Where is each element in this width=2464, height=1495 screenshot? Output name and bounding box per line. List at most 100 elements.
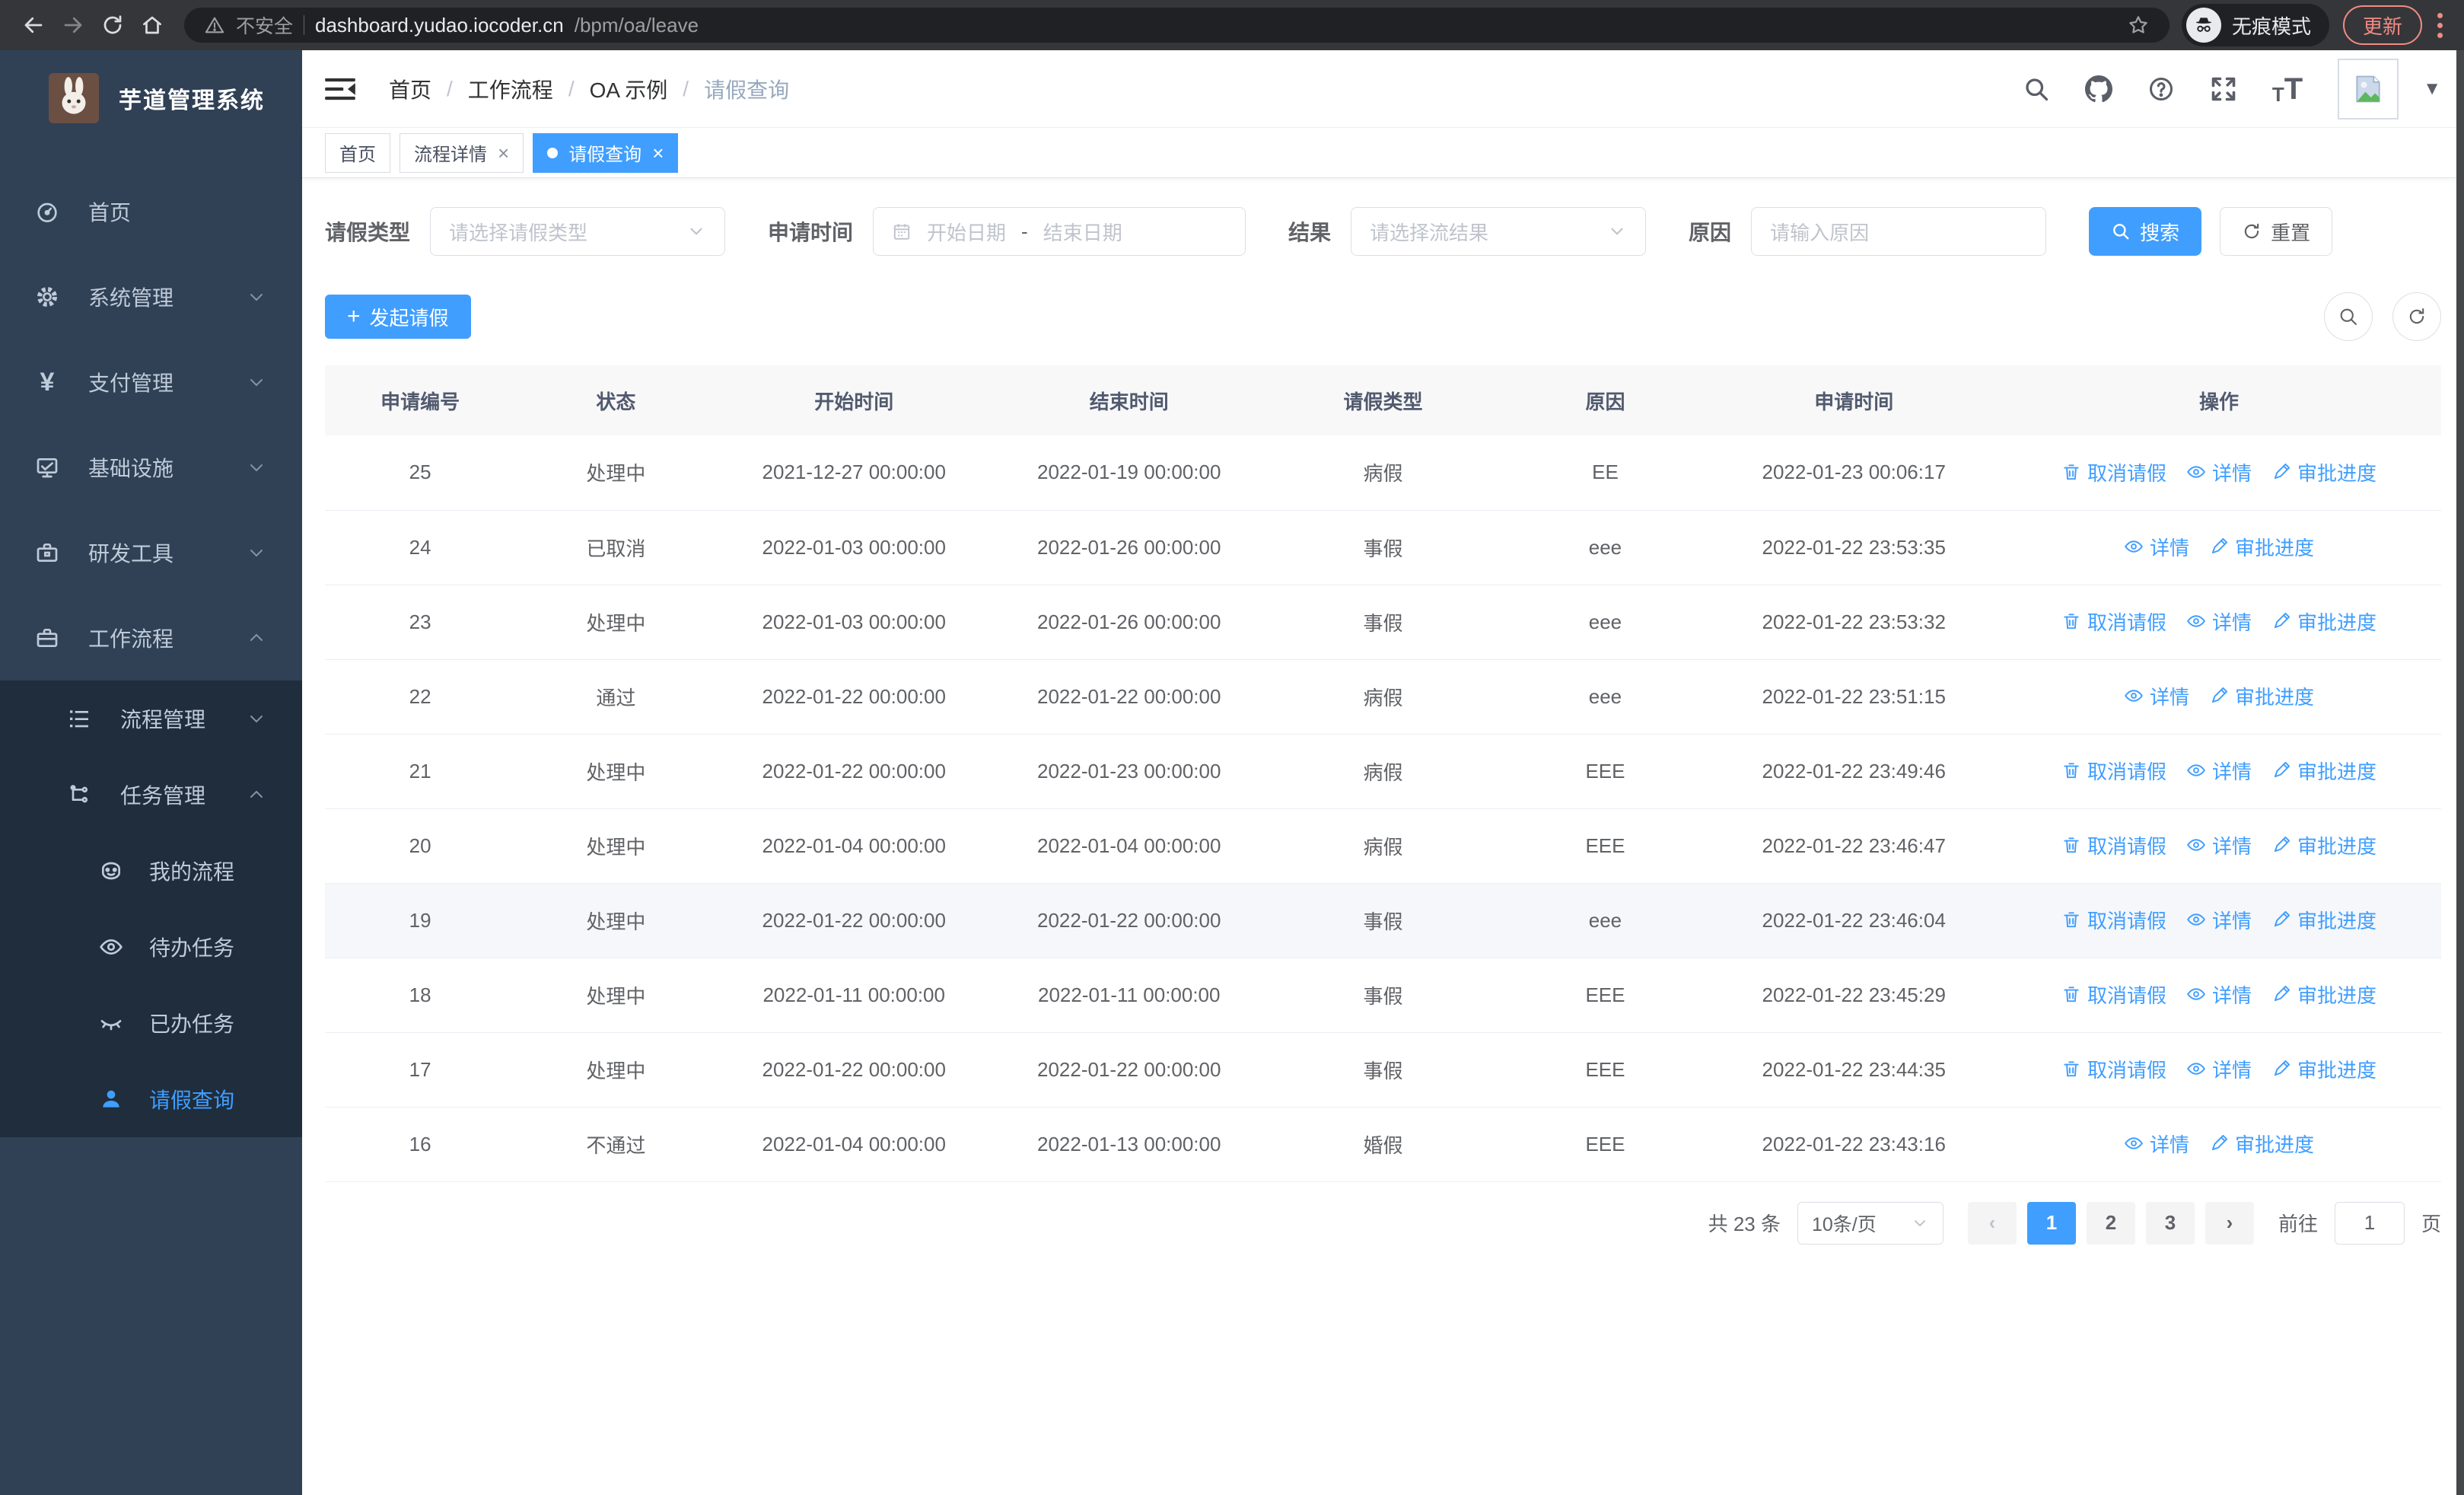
next-page-button[interactable]: › (2205, 1201, 2254, 1245)
reset-button[interactable]: 重置 (2220, 207, 2333, 256)
forward-icon[interactable] (53, 5, 93, 45)
bookmark-star-icon[interactable] (2127, 14, 2150, 37)
action-progress-link[interactable]: 审批进度 (2271, 1055, 2376, 1083)
table-row[interactable]: 18 处理中 2022-01-11 00:00:00 2022-01-11 00:00… (325, 958, 2441, 1033)
sidebar-item-label: 待办任务 (149, 936, 235, 960)
help-icon[interactable] (2147, 75, 2175, 103)
cell-end: 2022-01-26 00:00:00 (991, 585, 1267, 660)
sidebar-item-my-process[interactable]: 我的流程 (0, 833, 302, 909)
browser-menu-icon[interactable] (2430, 12, 2450, 38)
action-cancel-link[interactable]: 取消请假 (2061, 607, 2166, 636)
table-row[interactable]: 23 处理中 2022-01-03 00:00:00 2022-01-26 00:00… (325, 585, 2441, 660)
action-progress-link[interactable]: 审批进度 (2271, 831, 2376, 859)
action-progress-link[interactable]: 审批进度 (2271, 607, 2376, 636)
back-icon[interactable] (14, 5, 53, 45)
sidebar-item-label: 首页 (88, 201, 132, 225)
breadcrumb-workflow[interactable]: 工作流程 (468, 74, 553, 104)
page-button-3[interactable]: 3 (2145, 1201, 2195, 1245)
action-detail-link[interactable]: 详情 (2124, 1130, 2189, 1158)
table-row[interactable]: 17 处理中 2022-01-22 00:00:00 2022-01-22 00:00… (325, 1032, 2441, 1108)
reload-icon[interactable] (93, 5, 132, 45)
reason-input[interactable]: 请输入原因 (1751, 207, 2047, 256)
show-search-button[interactable] (2324, 292, 2373, 341)
action-cancel-link[interactable]: 取消请假 (2061, 831, 2166, 859)
sidebar-item-todo-tasks[interactable]: 待办任务 (0, 909, 302, 985)
sidebar-item-system[interactable]: 系统管理 (0, 254, 302, 339)
table-row[interactable]: 20 处理中 2022-01-04 00:00:00 2022-01-04 00:00… (325, 808, 2441, 884)
action-progress-link[interactable]: 审批进度 (2271, 757, 2376, 785)
table-row[interactable]: 16 不通过 2022-01-04 00:00:00 2022-01-13 00:00… (325, 1107, 2441, 1182)
sidebar-item-home[interactable]: 首页 (0, 169, 302, 254)
tab-home[interactable]: 首页 (325, 132, 390, 173)
close-icon[interactable]: × (498, 143, 509, 163)
action-detail-link[interactable]: 详情 (2124, 682, 2189, 710)
sidebar-item-task-mgmt[interactable]: 任务管理 (0, 757, 302, 833)
window-scrollbar[interactable] (2456, 50, 2464, 1495)
action-detail-link[interactable]: 详情 (2186, 757, 2252, 785)
user-icon (97, 1087, 125, 1111)
browser-update-button[interactable]: 更新 (2342, 5, 2422, 45)
sidebar-item-done-tasks[interactable]: 已办任务 (0, 985, 302, 1061)
table-row[interactable]: 25 处理中 2021-12-27 00:00:00 2022-01-19 00:00… (325, 435, 2441, 511)
table-row[interactable]: 19 处理中 2022-01-22 00:00:00 2022-01-22 00:00… (325, 883, 2441, 958)
sidebar-item-devtools[interactable]: 研发工具 (0, 510, 302, 595)
search-button[interactable]: 搜索 (2089, 207, 2202, 256)
action-detail-link[interactable]: 详情 (2186, 906, 2252, 934)
cell-apply-time: 2022-01-23 00:06:17 (1711, 435, 1997, 511)
refresh-table-button[interactable] (2392, 292, 2441, 341)
action-progress-link[interactable]: 审批进度 (2209, 682, 2314, 710)
home-icon[interactable] (132, 5, 172, 45)
font-size-icon[interactable]: TT (2272, 74, 2303, 104)
sidebar-item-leave-query[interactable]: 请假查询 (0, 1061, 302, 1137)
sidebar-item-workflow[interactable]: 工作流程 (0, 595, 302, 681)
prev-page-button[interactable]: ‹ (1967, 1201, 2017, 1245)
action-cancel-link[interactable]: 取消请假 (2061, 757, 2166, 785)
page-size-select[interactable]: 10条/页 (1797, 1201, 1944, 1245)
action-cancel-link[interactable]: 取消请假 (2061, 1055, 2166, 1083)
breadcrumb-home[interactable]: 首页 (389, 74, 431, 104)
address-bar[interactable]: 不安全 dashboard.yudao.iocoder.cn/bpm/oa/le… (184, 8, 2170, 43)
action-detail-link[interactable]: 详情 (2186, 458, 2252, 486)
sidebar-item-payment[interactable]: ¥ 支付管理 (0, 339, 302, 425)
trash-icon (2064, 837, 2079, 853)
action-detail-link[interactable]: 详情 (2186, 831, 2252, 859)
action-cancel-link[interactable]: 取消请假 (2061, 458, 2166, 486)
result-select[interactable]: 请选择流结果 (1351, 207, 1647, 256)
goto-page-input[interactable]: 1 (2334, 1201, 2405, 1245)
apply-time-range-picker[interactable]: 开始日期 - 结束日期 (873, 207, 1246, 256)
sidebar-collapse-icon[interactable] (325, 76, 355, 102)
page-button-2[interactable]: 2 (2086, 1201, 2135, 1245)
security-warning-icon[interactable] (204, 14, 225, 36)
action-progress-link[interactable]: 审批进度 (2209, 1130, 2314, 1158)
avatar[interactable] (2338, 58, 2399, 120)
action-progress-link[interactable]: 审批进度 (2271, 980, 2376, 1009)
cell-id: 21 (325, 734, 516, 809)
action-cancel-link[interactable]: 取消请假 (2061, 906, 2166, 934)
create-leave-button[interactable]: + 发起请假 (325, 295, 471, 339)
table-row[interactable]: 22 通过 2022-01-22 00:00:00 2022-01-22 00:00:… (325, 659, 2441, 735)
fullscreen-icon[interactable] (2210, 75, 2237, 103)
sidebar-item-infra[interactable]: 基础设施 (0, 425, 302, 510)
action-detail-link[interactable]: 详情 (2124, 533, 2189, 561)
tab-leave-query[interactable]: 请假查询 × (533, 132, 679, 173)
cell-end: 2022-01-22 00:00:00 (991, 659, 1267, 735)
avatar-caret-icon[interactable]: ▼ (2423, 78, 2441, 100)
action-progress-link[interactable]: 审批进度 (2271, 458, 2376, 486)
action-detail-link[interactable]: 详情 (2186, 607, 2252, 636)
table-row[interactable]: 21 处理中 2022-01-22 00:00:00 2022-01-23 00:00… (325, 734, 2441, 809)
sidebar-item-process-mgmt[interactable]: 流程管理 (0, 681, 302, 757)
action-detail-link[interactable]: 详情 (2186, 1055, 2252, 1083)
action-detail-link[interactable]: 详情 (2186, 980, 2252, 1009)
eye-icon (97, 935, 125, 959)
close-icon[interactable]: × (652, 143, 664, 163)
tab-process-detail[interactable]: 流程详情 × (400, 132, 524, 173)
page-button-1[interactable]: 1 (2026, 1201, 2076, 1245)
action-cancel-link[interactable]: 取消请假 (2061, 980, 2166, 1009)
action-progress-link[interactable]: 审批进度 (2271, 906, 2376, 934)
table-row[interactable]: 24 已取消 2022-01-03 00:00:00 2022-01-26 00:00… (325, 510, 2441, 585)
breadcrumb-oa-example[interactable]: OA 示例 (590, 74, 668, 104)
github-icon[interactable] (2084, 75, 2112, 103)
action-progress-link[interactable]: 审批进度 (2209, 533, 2314, 561)
header-search-icon[interactable] (2023, 75, 2050, 103)
leave-type-select[interactable]: 请选择请假类型 (430, 207, 726, 256)
